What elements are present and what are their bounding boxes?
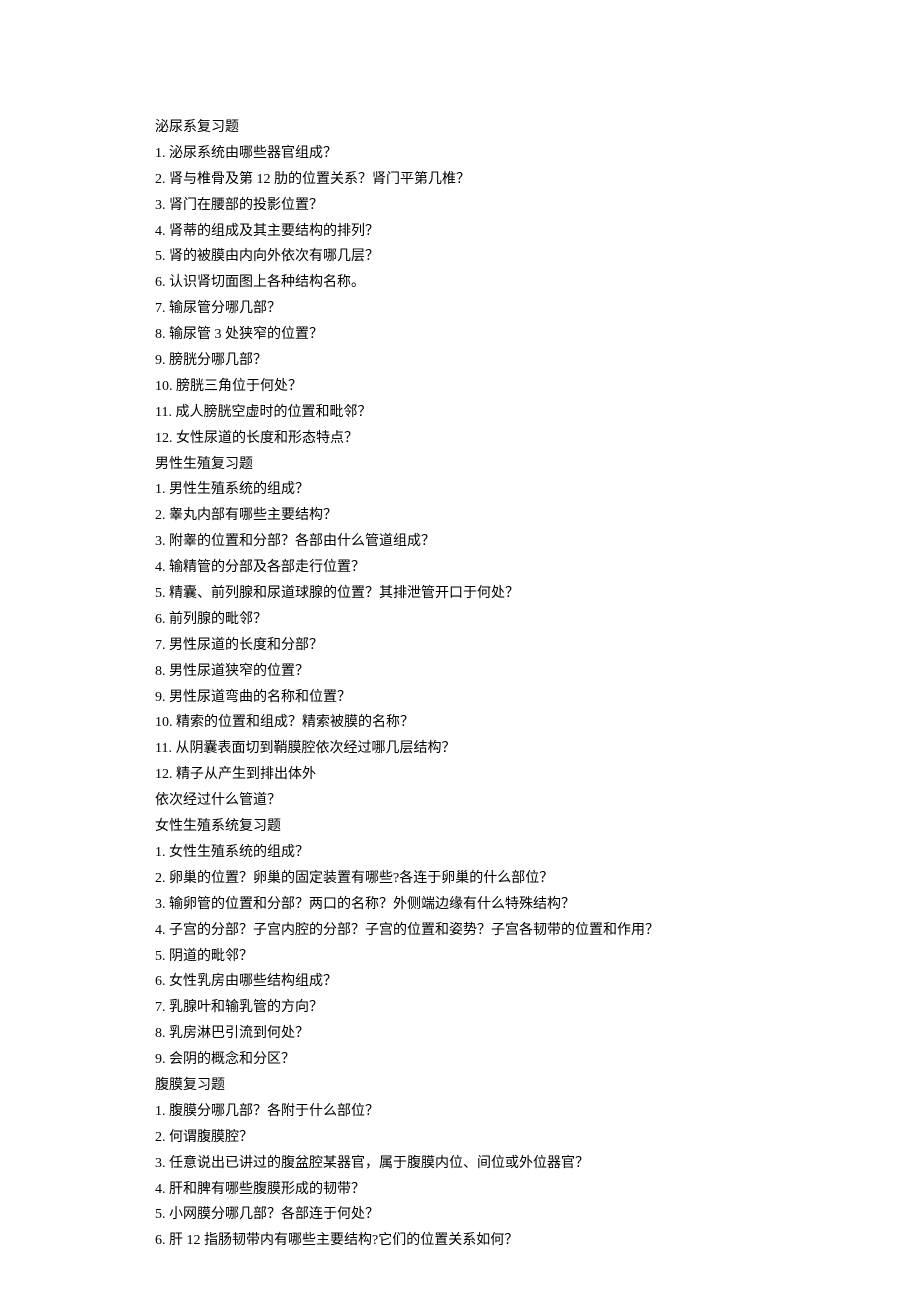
section-male-reproductive: 男性生殖复习题 1. 男性生殖系统的组成？ 2. 睾丸内部有哪些主要结构？ 3.… (155, 452, 775, 814)
question-item: 3. 任意说出已讲过的腹盆腔某器官，属于腹膜内位、间位或外位器官？ (155, 1151, 775, 1177)
question-item: 3. 肾门在腰部的投影位置？ (155, 193, 775, 219)
question-item: 10. 精索的位置和组成？精索被膜的名称？ (155, 710, 775, 736)
question-item: 依次经过什么管道？ (155, 788, 775, 814)
question-item: 8. 输尿管 3 处狭窄的位置？ (155, 322, 775, 348)
question-item: 11. 从阴囊表面切到鞘膜腔依次经过哪几层结构？ (155, 736, 775, 762)
question-item: 8. 乳房淋巴引流到何处？ (155, 1021, 775, 1047)
question-item: 5. 小网膜分哪几部？各部连于何处？ (155, 1202, 775, 1228)
question-item: 3. 输卵管的位置和分部？两口的名称？外侧端边缘有什么特殊结构？ (155, 892, 775, 918)
question-item: 4. 肝和脾有哪些腹膜形成的韧带？ (155, 1177, 775, 1203)
section-female-reproductive: 女性生殖系统复习题 1. 女性生殖系统的组成？ 2. 卵巢的位置？卵巢的固定装置… (155, 814, 775, 1073)
document-page: 泌尿系复习题 1. 泌尿系统由哪些器官组成？ 2. 肾与椎骨及第 12 肋的位置… (155, 115, 775, 1254)
question-item: 12. 精子从产生到排出体外 (155, 762, 775, 788)
question-item: 1. 男性生殖系统的组成？ (155, 477, 775, 503)
question-item: 5. 阴道的毗邻？ (155, 944, 775, 970)
question-item: 2. 卵巢的位置？卵巢的固定装置有哪些?各连于卵巢的什么部位？ (155, 866, 775, 892)
question-item: 1. 腹膜分哪几部？各附于什么部位？ (155, 1099, 775, 1125)
question-item: 6. 女性乳房由哪些结构组成？ (155, 969, 775, 995)
section-heading: 泌尿系复习题 (155, 115, 775, 141)
question-item: 9. 膀胱分哪几部？ (155, 348, 775, 374)
question-item: 2. 肾与椎骨及第 12 肋的位置关系？肾门平第几椎？ (155, 167, 775, 193)
section-peritoneum: 腹膜复习题 1. 腹膜分哪几部？各附于什么部位？ 2. 何谓腹膜腔？ 3. 任意… (155, 1073, 775, 1254)
question-item: 7. 乳腺叶和输乳管的方向？ (155, 995, 775, 1021)
section-heading: 腹膜复习题 (155, 1073, 775, 1099)
question-item: 5. 精囊、前列腺和尿道球腺的位置？其排泄管开口于何处？ (155, 581, 775, 607)
question-item: 5. 肾的被膜由内向外依次有哪几层？ (155, 244, 775, 270)
question-item: 12. 女性尿道的长度和形态特点？ (155, 426, 775, 452)
question-item: 1. 泌尿系统由哪些器官组成？ (155, 141, 775, 167)
question-item: 9. 会阴的概念和分区？ (155, 1047, 775, 1073)
question-item: 2. 何谓腹膜腔？ (155, 1125, 775, 1151)
question-item: 2. 睾丸内部有哪些主要结构？ (155, 503, 775, 529)
question-item: 9. 男性尿道弯曲的名称和位置？ (155, 685, 775, 711)
question-item: 8. 男性尿道狭窄的位置？ (155, 659, 775, 685)
section-heading: 男性生殖复习题 (155, 452, 775, 478)
section-heading: 女性生殖系统复习题 (155, 814, 775, 840)
question-item: 4. 子宫的分部？子宫内腔的分部？子宫的位置和姿势？子宫各韧带的位置和作用？ (155, 918, 775, 944)
question-item: 6. 前列腺的毗邻？ (155, 607, 775, 633)
question-item: 3. 附睾的位置和分部？各部由什么管道组成？ (155, 529, 775, 555)
question-item: 11. 成人膀胱空虚时的位置和毗邻？ (155, 400, 775, 426)
section-urinary: 泌尿系复习题 1. 泌尿系统由哪些器官组成？ 2. 肾与椎骨及第 12 肋的位置… (155, 115, 775, 452)
question-item: 4. 肾蒂的组成及其主要结构的排列？ (155, 219, 775, 245)
question-item: 7. 男性尿道的长度和分部？ (155, 633, 775, 659)
question-item: 7. 输尿管分哪几部？ (155, 296, 775, 322)
question-item: 10. 膀胱三角位于何处？ (155, 374, 775, 400)
question-item: 6. 认识肾切面图上各种结构名称。 (155, 270, 775, 296)
question-item: 6. 肝 12 指肠韧带内有哪些主要结构?它们的位置关系如何？ (155, 1228, 775, 1254)
question-item: 1. 女性生殖系统的组成？ (155, 840, 775, 866)
question-item: 4. 输精管的分部及各部走行位置？ (155, 555, 775, 581)
